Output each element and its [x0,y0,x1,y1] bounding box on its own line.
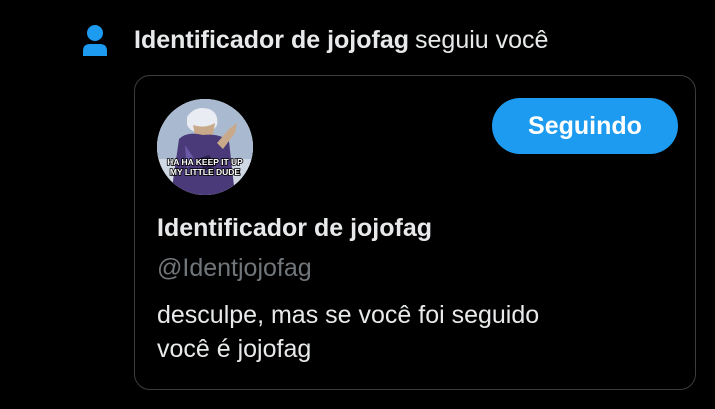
profile-display-name[interactable]: Identificador de jojofag [157,214,432,243]
profile-bio-line1: desculpe, mas se você foi seguido [157,301,540,329]
profile-card[interactable]: HA HA KEEP IT UP MY LITTLE DUDE Seguindo… [134,75,696,390]
profile-bio-line2: você é jojofag [157,335,312,363]
notification-user-name[interactable]: Identificador de jojofag [134,26,409,54]
avatar-caption-line1: HA HA KEEP IT UP [167,157,243,167]
person-icon [80,22,110,58]
avatar[interactable]: HA HA KEEP IT UP MY LITTLE DUDE [157,99,253,195]
following-button[interactable]: Seguindo [492,98,678,154]
notification-action-text: seguiu você [415,25,549,54]
follow-notification-header: Identificador de jojofag seguiu você [80,20,548,60]
profile-bio: desculpe, mas se você foi seguido você é… [157,298,677,366]
profile-handle[interactable]: @Identjojofag [157,254,312,283]
avatar-caption-line2: MY LITTLE DUDE [170,167,241,177]
